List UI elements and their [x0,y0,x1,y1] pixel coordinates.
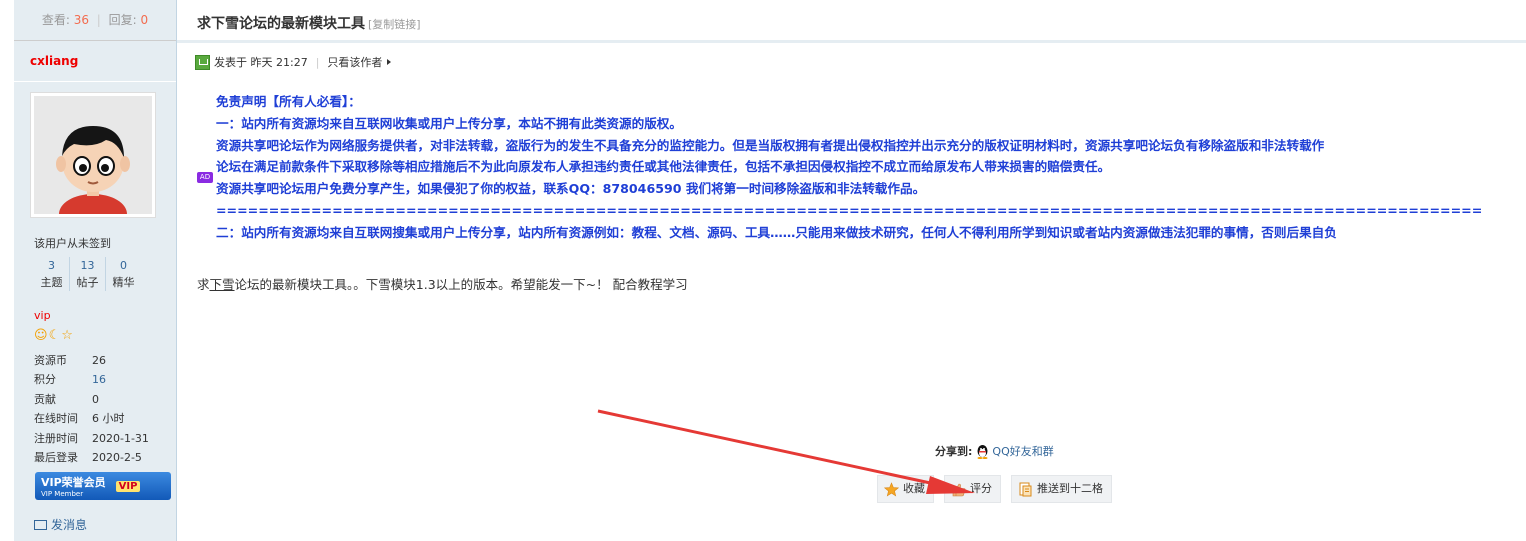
envelope-icon [34,519,47,530]
info-key: 资源币 [34,354,67,367]
share-qq-link[interactable]: QQ好友和群 [992,443,1053,459]
favorite-label: 收藏 [903,482,925,495]
author-sidebar: 查看: 36 | 回复: 0 cxliang 该用户从未签到 3 主题 13 帖… [14,0,177,541]
only-author-link[interactable]: 只看该作者 [327,54,382,70]
send-message-label: 发消息 [51,518,88,532]
caret-right-icon [387,59,392,65]
disclaimer-block: 免责声明【所有人必看】： 一：站内所有资源均来自互联网收集或用户上传分享，本站不… [216,91,1482,244]
post-actions: 收藏 评分 推送到十二格 [877,475,1122,503]
info-value: 26 [92,354,106,367]
info-row: 贡献 0 [34,390,149,409]
info-value: 2020-1-31 [92,431,149,445]
count-posts[interactable]: 13 帖子 [69,257,105,291]
disclaimer-line: 二：站内所有资源均来自互联网搜集或用户上传分享，站内所有资源例如：教程、文档、源… [216,224,1337,240]
push-button[interactable]: 推送到十二格 [1011,475,1112,503]
info-value: 2020-2-5 [92,451,142,465]
user-info: 资源币 26 积分 16 贡献 0 在线时间 6 小时 注册时间 2020-1-31 最后… [34,351,149,467]
count-value: 0 [120,259,127,272]
qq-icon [977,444,988,459]
rate-label: 评分 [970,482,992,495]
share-bar: 分享到: QQ好友和群 [935,443,1054,459]
post-main: 求下雪论坛的最新模块工具 [复制链接] 发表于 昨天 21:27 | 只看该作者 … [177,0,1526,541]
disclaimer-line: 资源共享吧论坛用户免费分享产生，如果侵犯了你的权益，联系QQ：878046590… [216,181,926,197]
views-count: 36 [73,13,89,27]
push-label: 推送到十二格 [1037,482,1103,495]
info-key: 注册时间 [34,431,78,445]
post-body-text: 求 [197,277,210,292]
share-label: 分享到: [935,445,973,458]
user-group[interactable]: vip [34,309,51,322]
info-value: 6 小时 [92,412,125,426]
title-bar: 求下雪论坛的最新模块工具 [复制链接] [177,0,1526,43]
thumbs-up-icon [952,483,966,496]
info-row: 最后登录 2020-2-5 [34,448,149,467]
replies-count: 0 [140,13,149,27]
count-label: 精华 [112,276,135,289]
favorite-button[interactable]: 收藏 [877,475,934,503]
count-digest[interactable]: 0 精华 [105,257,141,291]
post-meta: 发表于 昨天 21:27 | 只看该作者 [195,54,392,70]
info-row: 资源币 26 [34,351,149,370]
signin-status: 该用户从未签到 [34,237,111,250]
avatar[interactable] [30,92,156,218]
post-title-text: 求下雪论坛的最新模块工具 [197,16,365,32]
rate-button[interactable]: 评分 [944,475,1001,503]
count-value: 13 [80,259,95,272]
post-body: 求下雪论坛的最新模块工具。。下雪模块1.3以上的版本。希望能发一下~！ 配合教程… [197,274,688,293]
disclaimer-line: 免责声明【所有人必看】： [216,94,361,109]
post-title: 求下雪论坛的最新模块工具 [复制链接] [197,13,421,33]
info-value: 16 [92,373,106,387]
count-label: 主题 [40,276,63,289]
vip-tag: VIP [115,480,141,492]
document-icon [1019,482,1032,496]
views-label: 查看: [41,13,70,27]
disclaimer-line: 资源共享吧论坛作为网络服务提供者，对非法转载，盗版行为的发生不具备充分的监控能力… [216,137,1325,153]
info-row: 在线时间 6 小时 [34,409,149,428]
user-counts: 3 主题 13 帖子 0 精华 [34,257,154,291]
moon-icon: ☾ [48,328,62,343]
send-message-link[interactable]: 发消息 [34,516,87,533]
meta-separator: | [315,55,320,69]
post-body-text: 论坛的最新模块工具。。下雪模块1.3以上的版本。希望能发一下~！ 配合教程学习 [234,277,688,292]
info-key: 积分 [34,373,56,387]
star-icon [884,481,899,496]
vip-badge-text: VIP荣誉会员 VIP Member [41,474,106,498]
copy-link[interactable]: [复制链接] [368,18,421,31]
keyword-link[interactable]: 下雪 [210,277,235,292]
star-icon: ☆ [61,328,74,343]
info-key: 贡献 [34,392,56,406]
post-stats: 查看: 36 | 回复: 0 [14,0,176,41]
count-topics[interactable]: 3 主题 [34,257,69,291]
count-value: 3 [48,259,55,272]
smile-icon: ☺ [34,328,49,343]
replies-label: 回复: [108,13,137,27]
avatar-image [34,96,152,214]
vip-badge-subtitle: VIP Member [41,490,84,498]
disclaimer-line: 论坛在满足前款条件下采取移除等相应措施后不为此向原发布人承担违约责任或其他法律责… [216,159,1111,175]
online-status-icon [195,54,210,70]
count-label: 帖子 [76,276,99,289]
author-name[interactable]: cxliang [14,41,176,82]
info-row: 积分 16 [34,370,149,389]
stats-separator: | [96,13,101,27]
info-value: 0 [92,392,99,406]
vip-badge-title: VIP荣誉会员 [41,476,106,489]
medals: ☺☾☆ [34,328,74,343]
info-row: 注册时间 2020-1-31 [34,429,149,448]
disclaimer-line: 一：站内所有资源均来自互联网收集或用户上传分享，本站不拥有此类资源的版权。 [216,115,682,131]
disclaimer-divider: ========================================… [216,202,1483,218]
ad-badge: AD [197,172,213,183]
vip-badge[interactable]: VIP荣誉会员 VIP Member VIP [35,472,171,500]
info-key: 在线时间 [34,412,78,426]
info-key: 最后登录 [34,451,78,465]
posted-time: 发表于 昨天 21:27 [214,56,308,69]
